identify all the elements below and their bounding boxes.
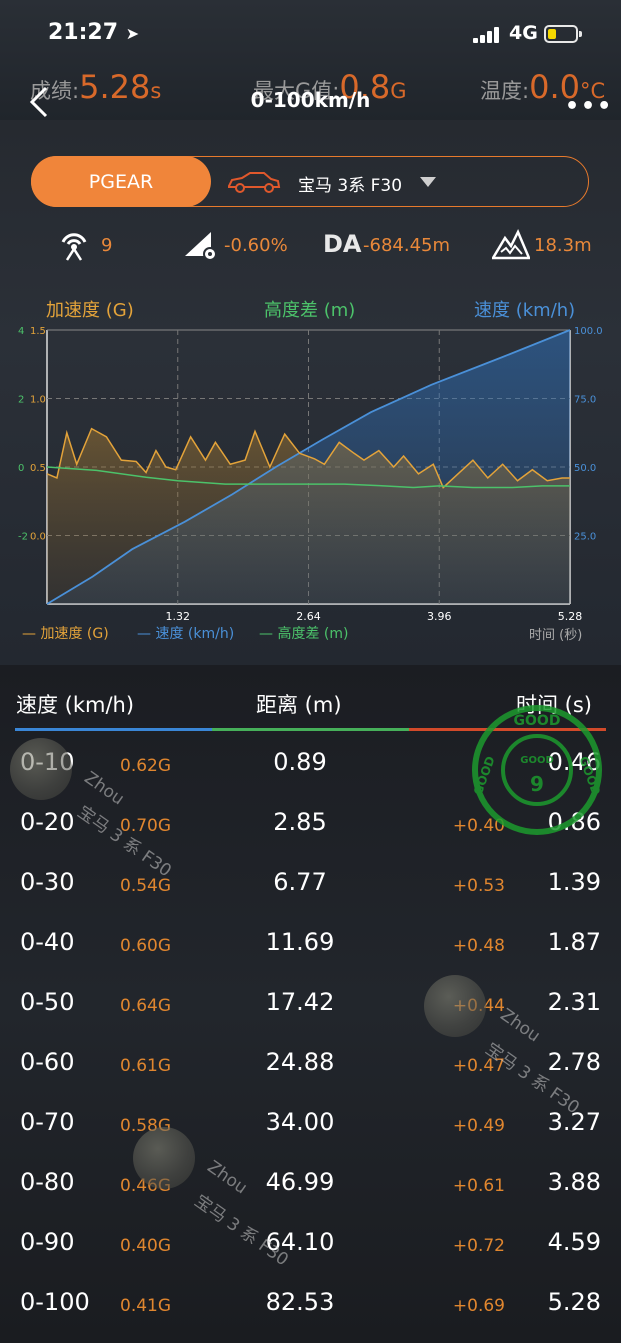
legend-accel: — 加速度 (G) xyxy=(22,626,109,642)
row-distance: 11.69 xyxy=(265,928,335,956)
row-distance: 82.53 xyxy=(265,1288,335,1316)
x-tick-label: 3.96 xyxy=(427,610,452,623)
more-button[interactable]: ••• xyxy=(565,94,613,119)
good-stamp: GOOD GOOD GOOD GOOD 9 xyxy=(471,705,603,835)
row-distance: 64.10 xyxy=(265,1228,335,1256)
y-tick-accel: 0.5 xyxy=(30,463,46,474)
acceleration-chart: 100.0 75.0 50.0 25.0 4 1.5 2 1.0 0 0.5 -2 0.0 1.32 2.… xyxy=(18,326,603,623)
da-label: DA xyxy=(323,230,362,258)
watermark-avatar xyxy=(133,1127,195,1189)
row-delta: +0.69 xyxy=(452,1296,505,1316)
stamp-text-inner: GOOD xyxy=(520,755,554,766)
watermark-avatar xyxy=(424,975,486,1037)
x-tick-label: 5.28 xyxy=(558,610,583,623)
row-delta: +0.49 xyxy=(452,1116,505,1136)
mountain-icon xyxy=(492,229,530,260)
row-delta: +0.53 xyxy=(452,876,505,896)
slope-settings-icon xyxy=(185,232,217,261)
row-delta: +0.48 xyxy=(452,936,505,956)
y-tick-altitude: 4 xyxy=(18,326,24,337)
network-label: 4G xyxy=(509,22,538,44)
stamp-text-top: GOOD xyxy=(514,713,561,729)
pgear-button[interactable]: PGEAR xyxy=(31,156,211,207)
x-tick-label: 2.64 xyxy=(296,610,321,623)
row-time: 2.31 xyxy=(547,988,601,1016)
status-time: 21:27 ➤ xyxy=(48,20,140,45)
y-tick-speed: 75.0 xyxy=(574,395,596,406)
table-row: 0-90 0.40G 64.10 +0.72 4.59 xyxy=(0,1225,621,1265)
table-header-speed: 速度 (km/h) xyxy=(16,693,135,717)
row-time: 2.78 xyxy=(547,1048,601,1076)
x-tick-label: 1.32 xyxy=(166,610,191,623)
car-name[interactable]: 宝马 3系 F30 xyxy=(298,171,402,196)
row-distance: 34.00 xyxy=(265,1108,335,1136)
watermark-avatar xyxy=(10,738,72,800)
y-tick-altitude: 2 xyxy=(18,395,24,406)
table-row: 0-40 0.60G 11.69 +0.48 1.87 xyxy=(0,925,621,965)
y-tick-accel: 1.5 xyxy=(30,326,46,337)
table-row: 0-30 0.54G 6.77 +0.53 1.39 xyxy=(0,865,621,905)
x-axis-unit: 时间 (秒) xyxy=(529,628,583,643)
row-time: 1.39 xyxy=(547,868,601,896)
row-distance: 46.99 xyxy=(265,1168,335,1196)
slope-value: -0.60% xyxy=(224,235,288,256)
y-tick-altitude: -2 xyxy=(18,532,28,543)
y-tick-accel: 0.0 xyxy=(30,532,46,543)
row-time: 5.28 xyxy=(547,1288,601,1316)
y-tick-speed: 25.0 xyxy=(574,532,596,543)
y-tick-altitude: 0 xyxy=(18,463,24,474)
table-row: 0-100 0.41G 82.53 +0.69 5.28 xyxy=(0,1285,621,1325)
satellite-icon xyxy=(61,233,87,261)
header-underline-distance xyxy=(212,728,409,731)
y-tick-accel: 1.0 xyxy=(30,395,46,406)
row-time: 3.88 xyxy=(547,1168,601,1196)
legend-speed: — 速度 (km/h) xyxy=(137,626,235,642)
page-title: 0-100km/h xyxy=(250,88,371,112)
car-icon xyxy=(228,172,281,193)
row-time: 1.87 xyxy=(547,928,601,956)
da-value: -684.45m xyxy=(363,235,451,256)
table-header-distance: 距离 (m) xyxy=(256,693,342,717)
table-row: 0-70 0.58G 34.00 +0.49 3.27 xyxy=(0,1105,621,1145)
legend-altitude: — 高度差 (m) xyxy=(259,626,349,642)
table-row: 0-80 0.46G 46.99 +0.61 3.88 xyxy=(0,1165,621,1205)
signal-icon xyxy=(473,27,503,43)
header-underline-speed xyxy=(15,728,212,731)
stamp-number: 9 xyxy=(530,772,544,796)
y-tick-speed: 50.0 xyxy=(574,463,596,474)
row-time: 4.59 xyxy=(547,1228,601,1256)
row-distance: 6.77 xyxy=(273,868,327,896)
row-delta: +0.72 xyxy=(452,1236,505,1256)
row-delta: +0.61 xyxy=(452,1176,505,1196)
y-tick-speed: 100.0 xyxy=(574,326,603,337)
dropdown-caret-icon[interactable] xyxy=(420,177,436,187)
satellite-count: 9 xyxy=(101,235,113,256)
elevation-value: 18.3m xyxy=(534,235,592,256)
battery-icon xyxy=(544,25,582,43)
